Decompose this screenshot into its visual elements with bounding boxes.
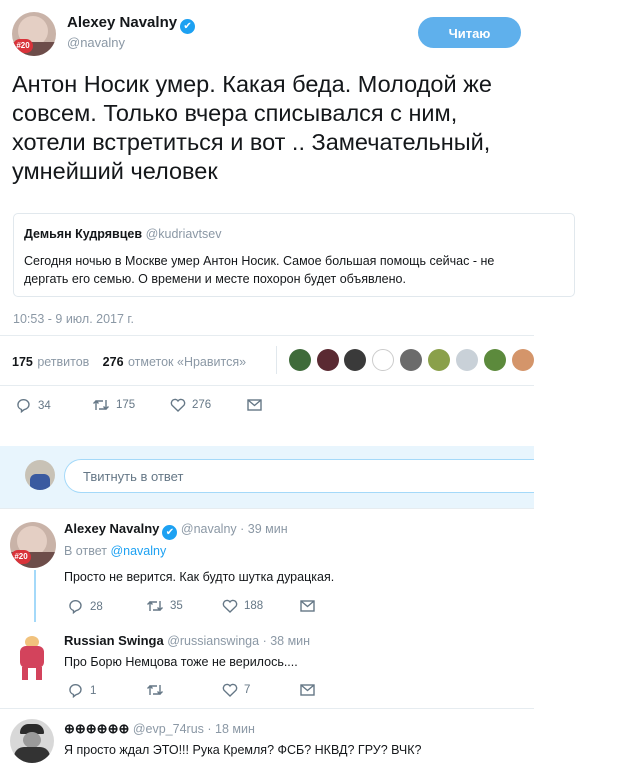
retweets-count[interactable]: 175 xyxy=(12,355,33,369)
reply-icon xyxy=(68,683,84,698)
reply-count: 1 xyxy=(90,684,97,697)
reply-text: Про Борю Немцова тоже не верилось.... xyxy=(64,655,298,669)
envelope-icon xyxy=(300,684,315,696)
likes-count[interactable]: 276 xyxy=(103,355,124,369)
liker-avatar[interactable] xyxy=(428,349,450,371)
reply-to-prefix: В ответ xyxy=(64,544,107,558)
author-avatar[interactable]: #20 xyxy=(12,12,56,56)
direct-message-action[interactable] xyxy=(247,399,262,411)
envelope-icon xyxy=(247,399,262,411)
like-action[interactable]: 276 xyxy=(170,398,211,412)
liker-avatar[interactable] xyxy=(372,349,394,371)
retweet-icon xyxy=(146,599,164,613)
reply-action[interactable]: 34 xyxy=(16,398,51,413)
divider xyxy=(0,385,534,386)
envelope-icon xyxy=(300,600,315,612)
reply-to-handle[interactable]: @navalny xyxy=(110,544,166,558)
thread-line xyxy=(34,570,36,622)
retweet-count: 35 xyxy=(170,600,183,612)
liker-avatar[interactable] xyxy=(456,349,478,371)
reply-action[interactable]: 28 xyxy=(68,599,103,614)
liker-avatar[interactable] xyxy=(289,349,311,371)
stats-separator xyxy=(276,346,277,374)
reply-author-avatar[interactable] xyxy=(10,719,54,763)
reply-author-name[interactable]: ⊕⊕⊕⊕⊕⊕ xyxy=(64,721,129,736)
tweet-text: Антон Носик умер. Какая беда. Молодой же… xyxy=(12,71,492,184)
heart-icon xyxy=(170,398,186,412)
likes-label: отметок «Нравится» xyxy=(127,355,247,369)
reply-input[interactable]: Твитнуть в ответ xyxy=(64,459,534,493)
engagement-stats: 175 ретвитов 276 отметок «Нравится» xyxy=(12,353,246,371)
reply-text: Я просто ждал ЭТО!!! Рука Кремля? ФСБ? Н… xyxy=(64,743,422,757)
liker-avatar[interactable] xyxy=(317,349,339,371)
like-count: 7 xyxy=(244,684,251,696)
follow-button[interactable]: Читаю xyxy=(418,17,521,48)
reply-author-name[interactable]: Russian Swinga xyxy=(64,633,164,648)
liker-avatar[interactable] xyxy=(344,349,366,371)
reply-time[interactable]: · 39 мин xyxy=(240,522,288,536)
liker-avatar[interactable] xyxy=(484,349,506,371)
reply-bar: Твитнуть в ответ xyxy=(0,446,534,508)
retweet-action[interactable] xyxy=(146,683,170,697)
like-action[interactable]: 188 xyxy=(222,599,263,613)
direct-message-action[interactable] xyxy=(300,684,315,696)
liker-avatar[interactable] xyxy=(512,349,534,371)
tweet-timestamp[interactable]: 10:53 - 9 июл. 2017 г. xyxy=(13,312,134,326)
verified-badge-icon: ✔ xyxy=(180,19,196,34)
retweet-action[interactable]: 35 xyxy=(146,599,183,613)
reply-icon xyxy=(16,398,32,413)
like-count: 276 xyxy=(192,399,212,411)
heart-icon xyxy=(222,599,238,613)
reply-text: Просто не верится. Как будто шутка дурац… xyxy=(64,570,335,584)
author-name[interactable]: Alexey Navalny xyxy=(67,14,177,31)
reply-author-handle[interactable]: @russianswinga xyxy=(167,634,259,648)
author-handle[interactable]: @navalny xyxy=(67,35,125,50)
reply-action[interactable]: 1 xyxy=(68,683,96,698)
like-count: 188 xyxy=(244,600,264,612)
reply-count: 34 xyxy=(38,399,51,412)
avatar-badge: #20 xyxy=(11,550,31,564)
heart-icon xyxy=(222,683,238,697)
retweet-count: 175 xyxy=(116,399,136,411)
retweets-label: ретвитов xyxy=(37,355,90,369)
current-user-avatar[interactable] xyxy=(25,460,55,490)
reply-author-name[interactable]: Alexey Navalny xyxy=(64,521,159,536)
reply-icon xyxy=(68,599,84,614)
divider xyxy=(0,708,534,709)
quote-text: Сегодня ночью в Москве умер Антон Носик.… xyxy=(24,254,495,286)
reply-author-handle[interactable]: @navalny xyxy=(181,522,237,536)
reply-time[interactable]: · 38 мин xyxy=(263,634,311,648)
reply-count: 28 xyxy=(90,600,103,613)
reply-author-avatar[interactable] xyxy=(12,634,52,682)
liker-avatar[interactable] xyxy=(400,349,422,371)
retweet-action[interactable]: 175 xyxy=(92,398,135,412)
avatar-badge: #20 xyxy=(13,39,33,53)
direct-message-action[interactable] xyxy=(300,600,315,612)
quoted-tweet[interactable]: Демьян Кудрявцев @kudriavtsev Сегодня но… xyxy=(13,213,575,297)
retweet-icon xyxy=(146,683,164,697)
quote-author-handle: @kudriavtsev xyxy=(145,227,222,241)
reply-author-avatar[interactable]: #20 xyxy=(10,522,56,568)
verified-badge-icon: ✔ xyxy=(162,525,178,540)
retweet-icon xyxy=(92,398,110,412)
reply-time[interactable]: · 18 мин xyxy=(207,722,255,736)
divider xyxy=(0,508,534,509)
reply-author-handle[interactable]: @evp_74rus xyxy=(133,722,204,736)
like-action[interactable]: 7 xyxy=(222,683,250,697)
divider xyxy=(0,335,534,336)
quote-author-name: Демьян Кудрявцев xyxy=(24,227,143,241)
